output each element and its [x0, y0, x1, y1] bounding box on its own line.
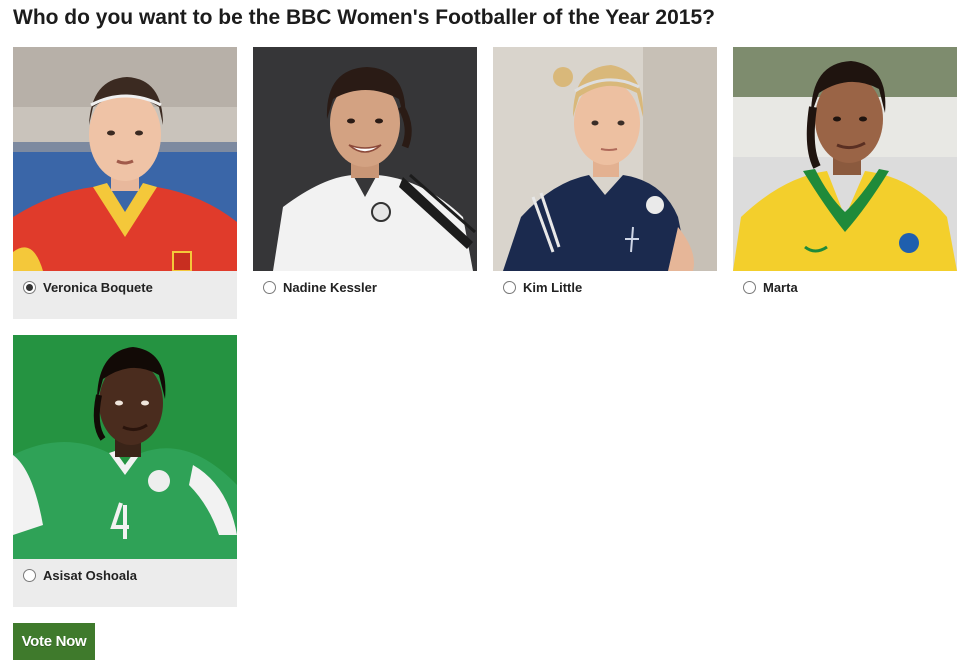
radio-button[interactable] — [503, 281, 516, 294]
poll-title: Who do you want to be the BBC Women's Fo… — [13, 6, 715, 29]
candidate-card-kim-little[interactable]: Kim Little — [493, 47, 717, 319]
radio-button[interactable] — [23, 281, 36, 294]
radio-selected-dot — [26, 284, 33, 291]
candidate-photo — [253, 47, 477, 271]
candidate-name: Nadine Kessler — [283, 280, 377, 295]
candidate-photo — [13, 47, 237, 271]
candidate-name: Marta — [763, 280, 798, 295]
candidate-option[interactable]: Asisat Oshoala — [23, 568, 137, 583]
candidate-name: Kim Little — [523, 280, 583, 295]
radio-button[interactable] — [263, 281, 276, 294]
candidate-photo — [493, 47, 717, 271]
candidate-option[interactable]: Veronica Boquete — [23, 280, 153, 295]
candidate-card-nadine-kessler[interactable]: Nadine Kessler — [253, 47, 477, 319]
candidate-option[interactable]: Nadine Kessler — [263, 280, 377, 295]
candidate-photo — [13, 335, 237, 559]
vote-now-button[interactable]: Vote Now — [13, 623, 95, 660]
radio-button[interactable] — [23, 569, 36, 582]
candidate-option[interactable]: Marta — [743, 280, 798, 295]
candidate-card-asisat-oshoala[interactable]: Asisat Oshoala — [13, 335, 237, 607]
candidate-name: Asisat Oshoala — [43, 568, 137, 583]
candidate-photo — [733, 47, 957, 271]
candidate-option[interactable]: Kim Little — [503, 280, 582, 295]
candidate-card-veronica-boquete[interactable]: Veronica Boquete — [13, 47, 237, 319]
candidate-name: Veronica Boquete — [43, 280, 153, 295]
candidate-card-marta[interactable]: Marta — [733, 47, 957, 319]
radio-button[interactable] — [743, 281, 756, 294]
